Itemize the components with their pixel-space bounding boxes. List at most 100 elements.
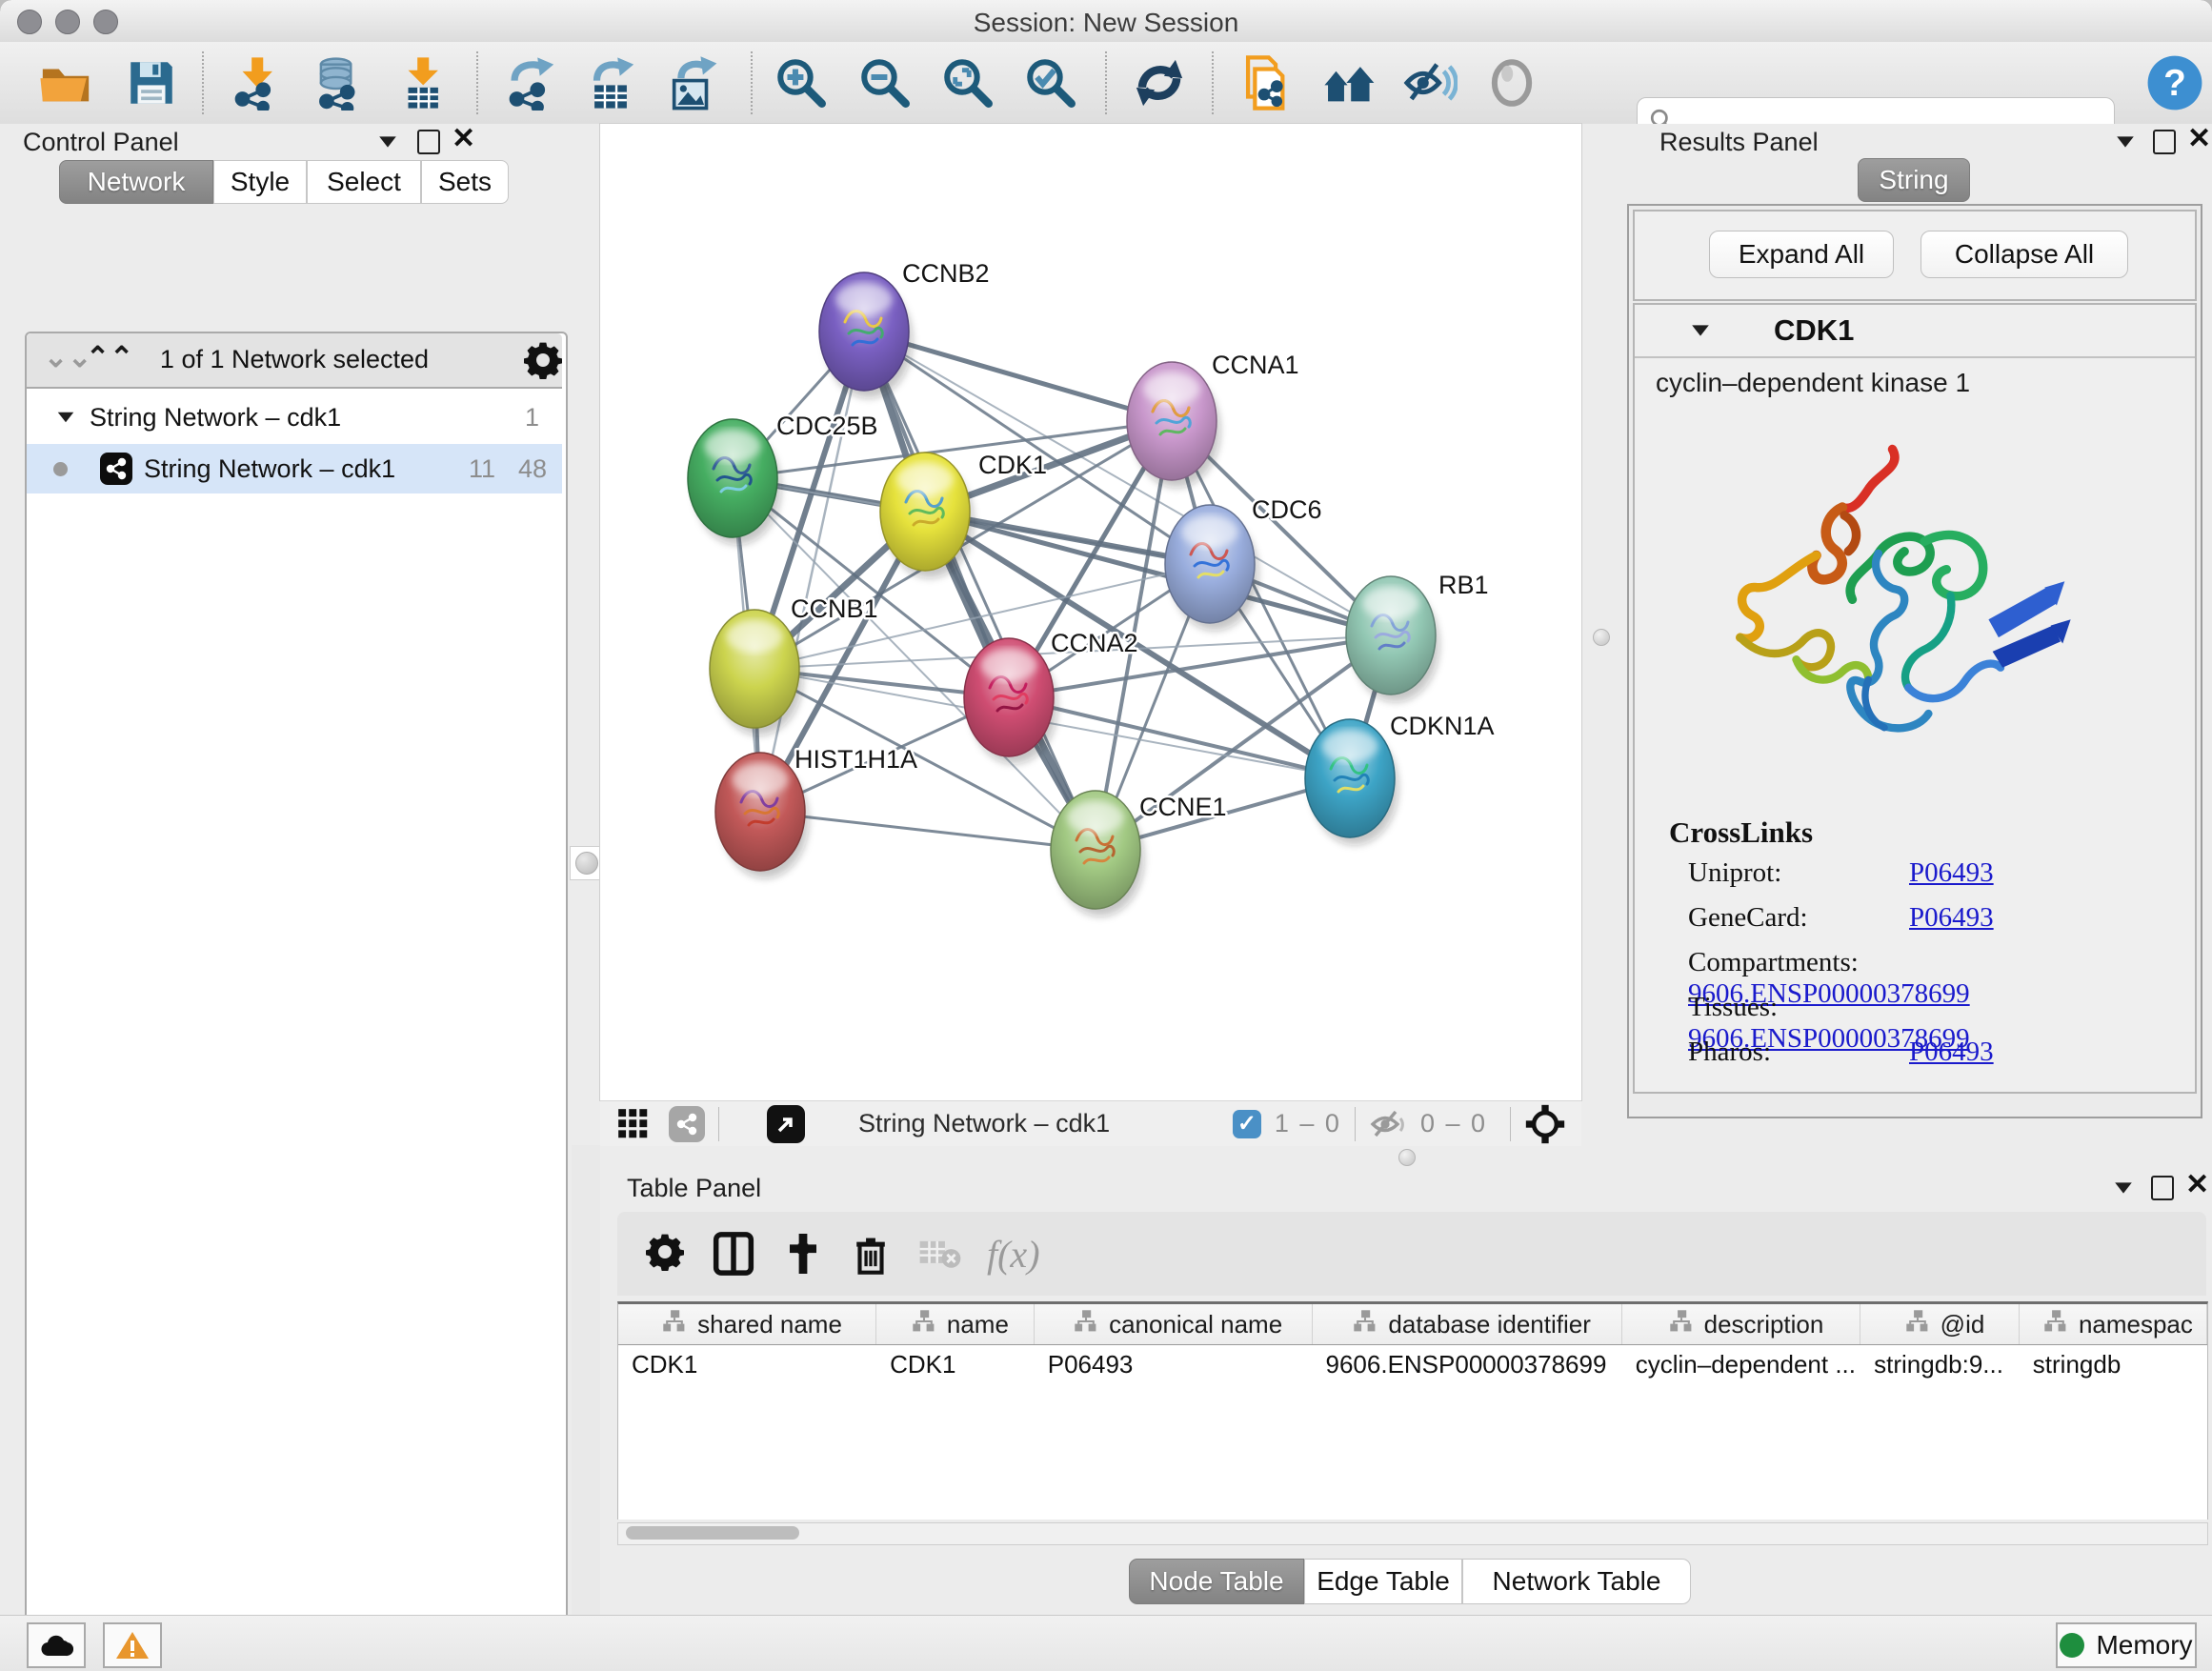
table-row[interactable]: CDK1CDK1P064939606.ENSP00000378699cyclin…: [618, 1345, 2207, 1383]
node-CDK1[interactable]: CDK1: [880, 451, 1047, 578]
zoom-in-icon[interactable]: [774, 55, 829, 111]
left-splitter[interactable]: [572, 124, 600, 1145]
import-table-file-icon[interactable]: [394, 55, 450, 111]
column-header-canonical-name[interactable]: canonical name: [1035, 1304, 1313, 1344]
delete-column-icon[interactable]: [852, 1232, 890, 1276]
tab-style[interactable]: Style: [213, 160, 307, 204]
node-CCNE1[interactable]: CCNE1: [1051, 791, 1227, 916]
import-network-database-icon[interactable]: [311, 55, 366, 111]
column-header-namespac[interactable]: namespac: [2020, 1304, 2207, 1344]
crosslink-value-link[interactable]: P06493: [1909, 1037, 1994, 1067]
table-panel-close-icon[interactable]: ✕: [2185, 1168, 2209, 1201]
network-collection-row[interactable]: String Network – cdk1 1: [27, 393, 562, 442]
column-header-name[interactable]: name: [876, 1304, 1035, 1344]
results-panel-close-icon[interactable]: ✕: [2187, 122, 2211, 155]
column-header-database-identifier[interactable]: database identifier: [1313, 1304, 1622, 1344]
tab-string[interactable]: String: [1858, 158, 1970, 202]
tab-network-table[interactable]: Network Table: [1462, 1559, 1691, 1604]
results-panel-menu-icon[interactable]: [2117, 136, 2134, 147]
table-cell[interactable]: cyclin–dependent ...: [1622, 1345, 1860, 1383]
network-options-gear-icon[interactable]: [524, 341, 562, 384]
table-hscrollbar-thumb[interactable]: [626, 1526, 799, 1540]
control-panel-close-icon[interactable]: ✕: [452, 122, 475, 155]
tab-node-table[interactable]: Node Table: [1129, 1559, 1304, 1604]
table-cell[interactable]: CDK1: [618, 1345, 876, 1383]
column-header-description[interactable]: description: [1622, 1304, 1860, 1344]
right-splitter-handle[interactable]: [1593, 629, 1610, 646]
expand-all-button[interactable]: Expand All: [1709, 231, 1894, 278]
show-columns-icon[interactable]: [713, 1231, 754, 1277]
import-network-file-icon[interactable]: [229, 55, 284, 111]
column-header-@id[interactable]: @id: [1860, 1304, 2020, 1344]
tab-sets[interactable]: Sets: [421, 160, 509, 204]
node-CDC25B[interactable]: CDC25B: [688, 412, 878, 545]
network-row[interactable]: String Network – cdk1 11 48: [27, 444, 562, 493]
table-hscrollbar[interactable]: [617, 1522, 2208, 1545]
node-table[interactable]: shared namenamecanonical namedatabase id…: [617, 1301, 2208, 1520]
zoom-selected-icon[interactable]: [1023, 55, 1078, 111]
export-network-icon[interactable]: [503, 55, 558, 111]
node-CCNB1[interactable]: CCNB1: [710, 594, 878, 735]
show-all-networks-icon[interactable]: [1322, 55, 1377, 111]
node-CCNA1[interactable]: CCNA1: [1127, 351, 1299, 488]
left-splitter-handle[interactable]: [570, 846, 604, 880]
table-panel-float-icon[interactable]: [2151, 1176, 2174, 1200]
collapse-all-button[interactable]: Collapse All: [1920, 231, 2128, 278]
open-in-window-button[interactable]: [767, 1105, 805, 1143]
edge[interactable]: [760, 812, 1096, 850]
pan-crosshair-icon[interactable]: [1524, 1103, 1566, 1145]
string-network-graph[interactable]: CCNB2 CCNA1 CDC25B CDK1 CDC6 RB1 CCNB1 C…: [600, 124, 1581, 1100]
result-disclosure-icon[interactable]: [1692, 325, 1709, 335]
node-RB1[interactable]: RB1: [1346, 571, 1489, 702]
collection-disclosure-icon[interactable]: [58, 413, 74, 423]
edge[interactable]: [1009, 697, 1350, 778]
column-header-shared-name[interactable]: shared name: [618, 1304, 876, 1344]
results-panel-float-icon[interactable]: [2153, 130, 2176, 154]
birdseye-grid-icon[interactable]: [615, 1106, 652, 1142]
help-icon[interactable]: ?: [2145, 53, 2204, 112]
crosslink-value-link[interactable]: P06493: [1909, 902, 1994, 933]
tab-select[interactable]: Select: [307, 160, 421, 204]
add-column-icon[interactable]: [783, 1232, 823, 1276]
export-image-icon[interactable]: [665, 55, 720, 111]
crosslink-value-link[interactable]: P06493: [1909, 857, 1994, 888]
node-label: CCNB2: [902, 259, 990, 288]
table-cell[interactable]: stringdb: [2020, 1345, 2207, 1383]
table-cell[interactable]: P06493: [1035, 1345, 1313, 1383]
toolbar-separator: [751, 51, 753, 114]
control-panel-float-icon[interactable]: [417, 130, 440, 154]
tab-edge-table[interactable]: Edge Table: [1304, 1559, 1462, 1604]
hide-selected-icon[interactable]: [1402, 55, 1458, 111]
tab-network[interactable]: Network: [59, 160, 213, 204]
delete-table-icon[interactable]: [918, 1235, 962, 1273]
warning-button[interactable]: [103, 1622, 162, 1668]
open-session-icon[interactable]: [38, 55, 93, 111]
table-options-gear-icon[interactable]: [646, 1233, 684, 1276]
function-builder-icon[interactable]: f(x): [987, 1232, 1040, 1277]
string-view-icon[interactable]: [669, 1106, 705, 1142]
highlight-icon[interactable]: [1484, 55, 1539, 111]
node-CCNB2[interactable]: CCNB2: [819, 259, 990, 398]
table-panel-menu-icon[interactable]: [2115, 1182, 2132, 1193]
collection-label: String Network – cdk1: [90, 403, 341, 433]
selected-checkbox-icon[interactable]: ✓: [1233, 1110, 1261, 1138]
export-table-icon[interactable]: [583, 55, 638, 111]
control-panel-menu-icon[interactable]: [379, 136, 396, 147]
node-HIST1H1A[interactable]: HIST1H1A: [715, 745, 917, 878]
memory-button[interactable]: Memory: [2056, 1622, 2197, 1668]
clone-network-icon[interactable]: [1237, 55, 1292, 111]
save-session-icon[interactable]: [124, 55, 179, 111]
table-cell[interactable]: CDK1: [876, 1345, 1035, 1383]
apply-layout-icon[interactable]: [1132, 55, 1187, 111]
zoom-fit-icon[interactable]: [940, 55, 995, 111]
bottom-splitter-handle[interactable]: [1398, 1149, 1416, 1166]
hidden-eye-icon[interactable]: [1369, 1108, 1407, 1140]
network-canvas[interactable]: CCNB2 CCNA1 CDC25B CDK1 CDC6 RB1 CCNB1 C…: [600, 124, 1581, 1100]
node-result-header[interactable]: CDK1: [1635, 305, 2195, 358]
zoom-out-icon[interactable]: [857, 55, 913, 111]
table-cell[interactable]: 9606.ENSP00000378699: [1313, 1345, 1622, 1383]
table-cell[interactable]: stringdb:9...: [1860, 1345, 2020, 1383]
node-CDKN1A[interactable]: CDKN1A: [1305, 712, 1495, 845]
cloud-button[interactable]: [27, 1622, 86, 1668]
node-CCNA2[interactable]: CCNA2: [964, 629, 1138, 764]
